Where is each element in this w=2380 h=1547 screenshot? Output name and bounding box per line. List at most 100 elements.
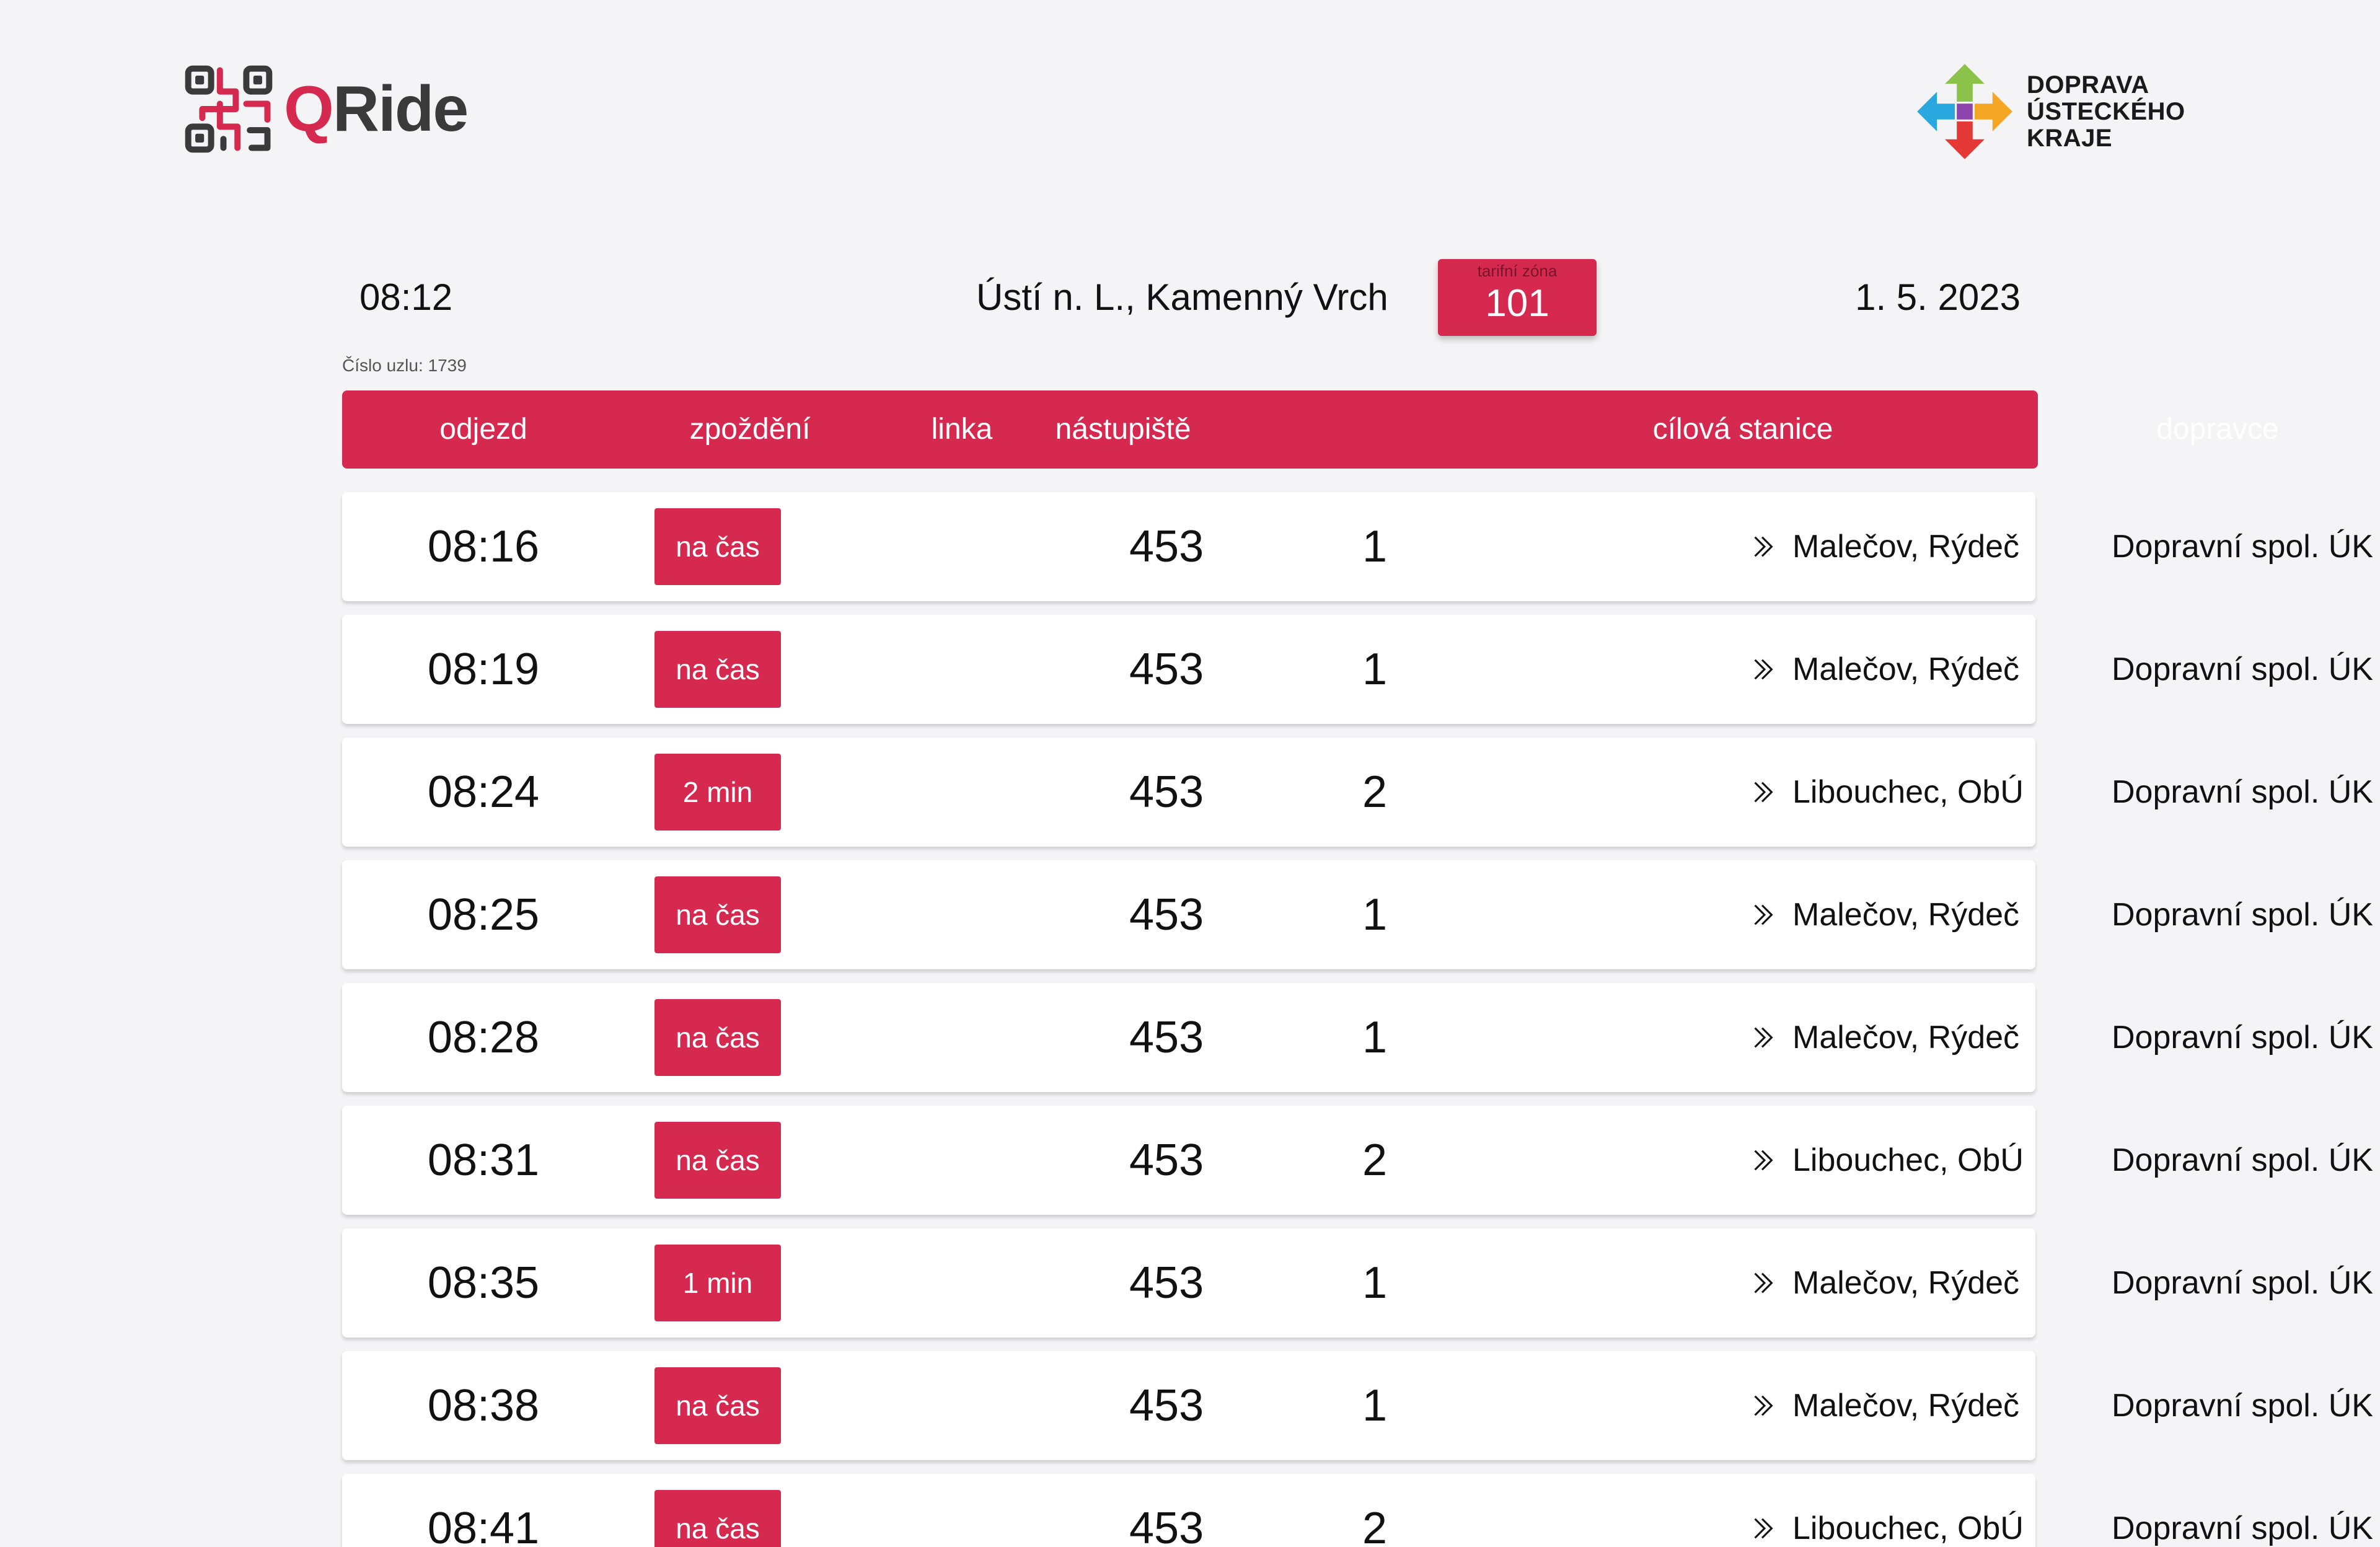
carrier: Dopravní spol. ÚK xyxy=(2112,1510,2373,1546)
delay-text: 2 min xyxy=(654,754,781,831)
tariff-zone-label: tarifní zóna xyxy=(1477,262,1558,280)
line-number: 453 xyxy=(1129,1258,1204,1308)
line-number: 453 xyxy=(1129,890,1204,940)
destination: Libouchec, ObÚ xyxy=(1749,738,2071,847)
delay-text: na čas xyxy=(654,1122,781,1199)
destination-text: Libouchec, ObÚ xyxy=(1792,1510,2024,1546)
tariff-zone-badge: tarifní zóna 101 xyxy=(1438,259,1597,336)
destination-text: Malečov, Rýdeč xyxy=(1792,651,2020,687)
departure-time: 08:38 xyxy=(427,1381,540,1430)
partner-name-line-3: KRAJE xyxy=(2027,124,2113,152)
carrier: Dopravní spol. ÚK xyxy=(2112,1388,2373,1424)
header-carrier: dopravce xyxy=(2156,413,2279,446)
departure-time: 08:16 xyxy=(427,522,540,571)
departure-time: 08:25 xyxy=(427,890,540,940)
destination: Libouchec, ObÚ xyxy=(1749,1106,2071,1215)
platform-number: 2 xyxy=(1362,1504,1388,1547)
delay-text: na čas xyxy=(654,876,781,953)
destination: Malečov, Rýdeč xyxy=(1749,615,2071,724)
crossing-arrows-icon xyxy=(1917,64,2012,159)
platform-number: 2 xyxy=(1362,1135,1388,1185)
double-chevron-right-icon xyxy=(1754,1027,1773,1048)
carrier: Dopravní spol. ÚK xyxy=(2112,774,2373,810)
carrier: Dopravní spol. ÚK xyxy=(2112,1265,2373,1301)
header-platform: nástupiště xyxy=(1055,413,1191,446)
qride-logo: QRide xyxy=(185,65,469,153)
departure-board: QRide DOPRAVA ÚSTECKÉHO KRAJE 08:12 Ústí… xyxy=(0,0,2380,1547)
double-chevron-right-icon xyxy=(1754,904,1773,925)
table-row: 08:35 1 min 453 1 Malečov, Rýdeč Dopravn… xyxy=(342,1228,2373,1338)
partner-name: DOPRAVA ÚSTECKÉHO KRAJE xyxy=(2027,71,2185,152)
destination-text: Malečov, Rýdeč xyxy=(1792,897,2020,933)
destination: Malečov, Rýdeč xyxy=(1749,1351,2071,1460)
table-row: 08:38 na čas 453 1 Malečov, Rýdeč Doprav… xyxy=(342,1351,2373,1460)
double-chevron-right-icon xyxy=(1754,782,1773,803)
delay-badge: na čas xyxy=(654,1106,781,1215)
platform-number: 1 xyxy=(1362,645,1388,694)
departure-time: 08:35 xyxy=(427,1258,540,1308)
table-row: 08:24 2 min 453 2 Libouchec, ObÚ Dopravn… xyxy=(342,738,2373,847)
table-row: 08:41 na čas 453 2 Libouchec, ObÚ Doprav… xyxy=(342,1474,2373,1547)
destination-text: Malečov, Rýdeč xyxy=(1792,1020,2020,1056)
platform-number: 2 xyxy=(1362,767,1388,817)
delay-badge: na čas xyxy=(654,1474,781,1547)
line-number: 453 xyxy=(1129,767,1204,817)
platform-number: 1 xyxy=(1362,1013,1388,1062)
delay-text: na čas xyxy=(654,1490,781,1547)
departure-time: 08:41 xyxy=(427,1504,540,1547)
table-row: 08:19 na čas 453 1 Malečov, Rýdeč Doprav… xyxy=(342,615,2373,724)
header-destination: cílová stanice xyxy=(1652,413,1833,446)
node-number: Číslo uzlu: 1739 xyxy=(342,356,467,376)
table-row: 08:25 na čas 453 1 Malečov, Rýdeč Doprav… xyxy=(342,860,2373,969)
doprava-usteckeho-kraje-logo: DOPRAVA ÚSTECKÉHO KRAJE xyxy=(1915,62,2185,161)
platform-number: 1 xyxy=(1362,522,1388,571)
carrier: Dopravní spol. ÚK xyxy=(2112,529,2373,565)
destination: Malečov, Rýdeč xyxy=(1749,860,2071,969)
header-departure: odjezd xyxy=(439,413,527,446)
header-delay: zpoždění xyxy=(689,413,811,446)
double-chevron-right-icon xyxy=(1754,1150,1773,1171)
current-date: 1. 5. 2023 xyxy=(1855,276,2021,318)
header-line: linka xyxy=(931,413,993,446)
platform-number: 1 xyxy=(1362,1381,1388,1430)
double-chevron-right-icon xyxy=(1754,1272,1773,1294)
line-number: 453 xyxy=(1129,1013,1204,1062)
destination: Libouchec, ObÚ xyxy=(1749,1474,2071,1547)
delay-text: na čas xyxy=(654,1367,781,1444)
destination: Malečov, Rýdeč xyxy=(1749,492,2071,601)
double-chevron-right-icon xyxy=(1754,659,1773,680)
line-number: 453 xyxy=(1129,645,1204,694)
delay-text: na čas xyxy=(654,999,781,1076)
double-chevron-right-icon xyxy=(1754,1518,1773,1539)
table-row: 08:16 na čas 453 1 Malečov, Rýdeč Doprav… xyxy=(342,492,2373,601)
departure-time: 08:31 xyxy=(427,1135,540,1185)
platform-number: 1 xyxy=(1362,890,1388,940)
destination-text: Malečov, Rýdeč xyxy=(1792,529,2020,565)
carrier: Dopravní spol. ÚK xyxy=(2112,651,2373,687)
destination-text: Malečov, Rýdeč xyxy=(1792,1388,2020,1424)
departure-time: 08:24 xyxy=(427,767,540,817)
table-row: 08:28 na čas 453 1 Malečov, Rýdeč Doprav… xyxy=(342,983,2373,1092)
line-number: 453 xyxy=(1129,1135,1204,1185)
destination-text: Malečov, Rýdeč xyxy=(1792,1265,2020,1301)
delay-text: na čas xyxy=(654,631,781,708)
double-chevron-right-icon xyxy=(1754,1395,1773,1416)
tariff-zone-value: 101 xyxy=(1485,282,1549,325)
destination-text: Libouchec, ObÚ xyxy=(1792,774,2024,810)
line-number: 453 xyxy=(1129,522,1204,571)
current-time: 08:12 xyxy=(359,276,453,318)
carrier: Dopravní spol. ÚK xyxy=(2112,897,2373,933)
qride-wordmark: QRide xyxy=(284,73,469,145)
destination: Malečov, Rýdeč xyxy=(1749,1228,2071,1338)
line-number: 453 xyxy=(1129,1504,1204,1547)
departure-time: 08:28 xyxy=(427,1013,540,1062)
partner-name-line-1: DOPRAVA xyxy=(2027,71,2149,99)
delay-text: 1 min xyxy=(654,1245,781,1321)
carrier: Dopravní spol. ÚK xyxy=(2112,1020,2373,1056)
carrier: Dopravní spol. ÚK xyxy=(2112,1142,2373,1178)
destination-text: Libouchec, ObÚ xyxy=(1792,1142,2024,1178)
destination: Malečov, Rýdeč xyxy=(1749,983,2071,1092)
qr-code-icon xyxy=(185,65,273,153)
station-name: Ústí n. L., Kamenný Vrch xyxy=(976,276,1388,318)
delay-badge: na čas xyxy=(654,615,781,724)
